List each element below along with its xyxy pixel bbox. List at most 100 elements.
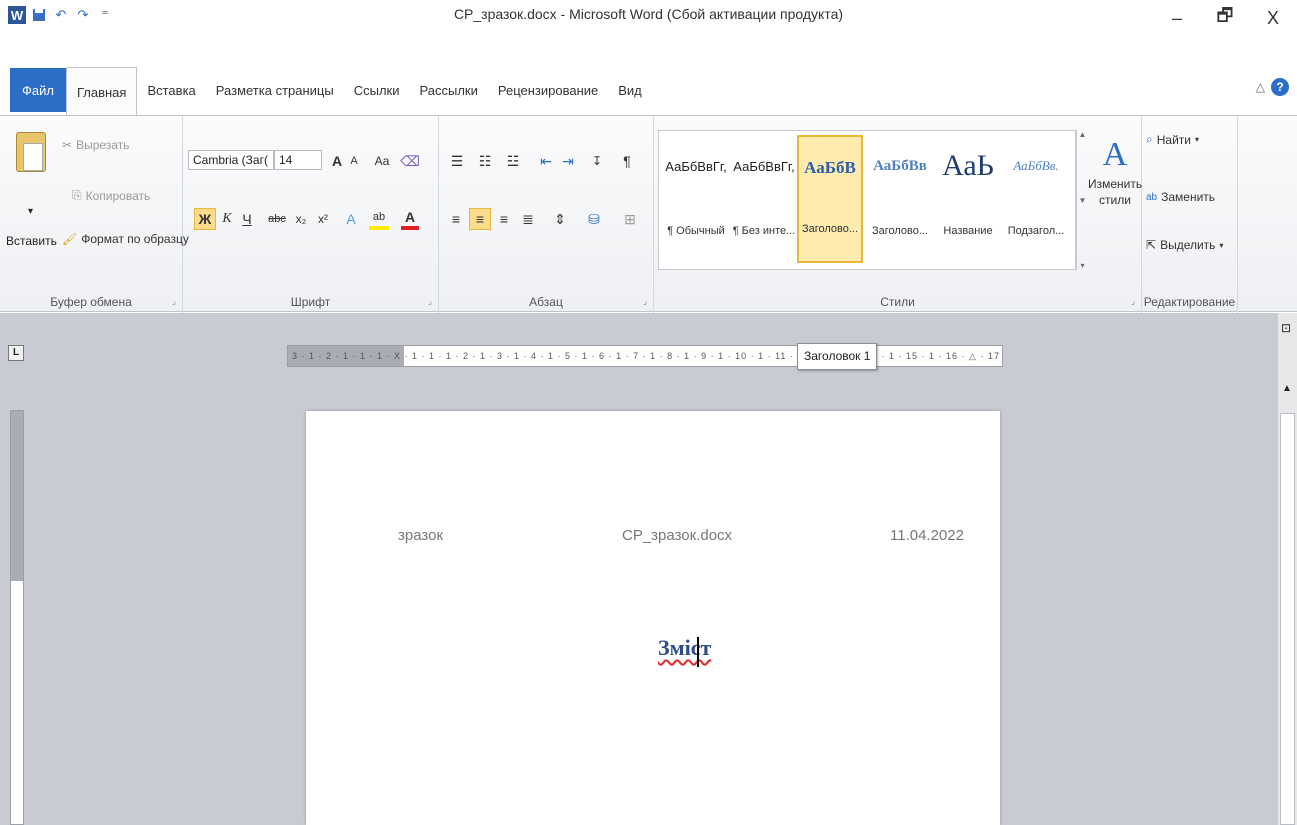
chevron-down-icon: ▾ — [1219, 240, 1224, 250]
replace-button[interactable]: ab Заменить — [1146, 190, 1215, 204]
scroll-up-arrow-icon[interactable]: ▲ — [1282, 383, 1292, 394]
clipboard-launcher-icon[interactable]: ⌟ — [172, 296, 176, 307]
tab-references[interactable]: Ссылки — [344, 67, 410, 113]
tab-file[interactable]: Файл — [10, 68, 66, 112]
subscript-button[interactable]: x₂ — [291, 208, 311, 230]
style-title[interactable]: АаЬ Название — [935, 135, 1001, 263]
change-case-button[interactable]: Aa — [369, 150, 395, 172]
cut-button[interactable]: ✂ Вырезать — [62, 138, 129, 152]
style-normal[interactable]: АаБбВвГг, ¶ Обычный — [663, 135, 729, 263]
style-preview: АаБбВвГг, — [733, 158, 795, 174]
styles-launcher-icon[interactable]: ⌟ — [1131, 296, 1135, 307]
change-styles-icon: A — [1102, 136, 1128, 173]
style-no-spacing[interactable]: АаБбВвГг, ¶ Без инте... — [731, 135, 797, 263]
cursor-icon: ⇱ — [1146, 238, 1157, 252]
help-icon[interactable]: ? — [1271, 78, 1289, 96]
change-styles-button[interactable]: A Изменить стили — [1088, 136, 1142, 208]
change-styles-label: Изменить стили — [1087, 177, 1143, 207]
style-name: Название — [943, 225, 993, 237]
shrink-font-button[interactable]: A — [347, 150, 361, 172]
ribbon: Вставить ▾ ✂ Вырезать ⎘ Копировать 🖌 Формат… — [0, 115, 1297, 313]
scrollbar-thumb[interactable] — [1280, 413, 1295, 825]
vertical-ruler — [10, 410, 24, 825]
justify-icon[interactable]: ≣ — [517, 208, 539, 230]
ruler-ticks: 3 · 1 · 2 · 1 · 1 · 1 · X · 1 · 1 · 1 · … — [292, 351, 811, 361]
styles-group: АаБбВвГг, ¶ Обычный АаБбВвГг, ¶ Без инте..… — [654, 116, 1142, 313]
document-heading[interactable]: Зміст — [658, 635, 711, 661]
style-heading-1[interactable]: АаБбВ Заголово... — [797, 135, 863, 263]
scroll-up-icon[interactable]: ▲ — [1079, 130, 1087, 139]
tab-selector[interactable]: L — [8, 345, 24, 361]
style-name: ¶ Обычный — [667, 225, 725, 237]
grow-font-button[interactable]: A — [329, 150, 345, 172]
highlight-button[interactable]: ab — [369, 208, 389, 230]
styles-group-label: Стили — [880, 295, 915, 309]
select-button[interactable]: ⇱ Выделить ▾ — [1146, 238, 1223, 252]
bullets-icon[interactable]: ☰ — [445, 150, 469, 172]
tab-view[interactable]: Вид — [608, 67, 652, 113]
minimize-ribbon-icon[interactable]: △ — [1256, 80, 1265, 94]
tab-review[interactable]: Рецензирование — [488, 67, 608, 113]
styles-scroll[interactable]: ▲ ▼ ▾ — [1076, 130, 1088, 270]
style-name: ¶ Без инте... — [732, 225, 796, 237]
clear-format-icon[interactable]: ⌫ — [399, 150, 421, 172]
tab-page-layout[interactable]: Разметка страницы — [206, 67, 344, 113]
find-label: Найти — [1156, 132, 1191, 147]
scroll-down-icon[interactable]: ▼ — [1079, 196, 1087, 205]
strikethrough-button[interactable]: abc — [265, 208, 289, 230]
tab-home[interactable]: Главная — [65, 67, 138, 117]
format-painter-label: Формат по образцу — [81, 232, 189, 246]
paragraph-group-label: Абзац — [529, 295, 563, 309]
paragraph-launcher-icon[interactable]: ⌟ — [643, 296, 647, 307]
minimize-button[interactable]: – — [1153, 0, 1201, 36]
font-launcher-icon[interactable]: ⌟ — [428, 296, 432, 307]
select-label: Выделить — [1160, 238, 1216, 252]
show-marks-button[interactable]: ¶ — [617, 150, 637, 172]
bold-button[interactable]: Ж — [194, 208, 216, 230]
sort-icon[interactable]: ↧ — [587, 150, 607, 172]
shading-icon[interactable]: ⛁ — [581, 208, 607, 230]
font-group-label: Шрифт — [290, 295, 331, 309]
tab-insert[interactable]: Вставка — [137, 67, 205, 113]
format-painter-button[interactable]: 🖌 Формат по образцу — [62, 232, 189, 246]
tab-mailings[interactable]: Рассылки — [410, 67, 488, 113]
ruler-toggle-icon[interactable]: ⊡ — [1281, 321, 1291, 335]
decrease-indent-icon[interactable]: ⇤ — [535, 150, 557, 172]
vertical-scrollbar[interactable]: ⊡ ▲ — [1278, 313, 1297, 825]
restore-button[interactable]: 🗗 — [1201, 0, 1249, 36]
paste-button[interactable]: Вставить ▾ — [6, 132, 57, 248]
style-heading-2[interactable]: АаБбВв Заголово... — [867, 135, 933, 263]
font-size-select[interactable]: 14 — [274, 150, 322, 170]
horizontal-ruler[interactable]: 3 · 1 · 2 · 1 · 1 · 1 · X · 1 · 1 · 1 · … — [287, 345, 1003, 367]
multilevel-list-icon[interactable]: ☳ — [501, 150, 525, 172]
style-subtitle[interactable]: АаБбВв. Подзагол... — [1003, 135, 1069, 263]
increase-indent-icon[interactable]: ⇥ — [557, 150, 579, 172]
font-group: Cambria (Заг( 14 A A Aa ⌫ Ж К Ч abc x₂ x… — [183, 116, 439, 313]
header-center: CP_зразок.docx — [622, 527, 733, 544]
copy-button[interactable]: ⎘ Копировать — [72, 188, 150, 203]
font-color-button[interactable]: A — [401, 208, 419, 230]
align-center-icon[interactable]: ≡ — [469, 208, 491, 230]
underline-button[interactable]: Ч — [238, 208, 256, 230]
vertical-ruler-margin — [11, 411, 23, 581]
more-styles-icon[interactable]: ▾ — [1080, 261, 1084, 270]
font-name-select[interactable]: Cambria (Заг( — [188, 150, 274, 170]
align-left-icon[interactable]: ≡ — [445, 208, 467, 230]
italic-button[interactable]: К — [218, 208, 236, 230]
ruler-ticks-right: 4 · 1 · 15 · 1 · 16 · △ · 17 · 1 · — [872, 350, 1002, 361]
text-effects-icon[interactable]: A — [341, 208, 361, 230]
line-spacing-icon[interactable]: ⇕ — [549, 208, 571, 230]
find-button[interactable]: ⌕ Найти ▾ — [1146, 132, 1199, 147]
clipboard-icon — [16, 132, 46, 172]
close-button[interactable]: X — [1249, 0, 1297, 36]
paste-dropdown-icon[interactable]: ▾ — [28, 206, 33, 217]
numbering-icon[interactable]: ☷ — [473, 150, 497, 172]
paste-label: Вставить — [6, 234, 57, 248]
ribbon-tabs: Файл Главная Вставка Разметка страницы С… — [0, 66, 652, 117]
document-page[interactable]: зразок CP_зразок.docx 11.04.2022 Зміст — [306, 411, 1000, 825]
superscript-button[interactable]: x² — [313, 208, 333, 230]
style-name: Подзагол... — [1007, 225, 1065, 237]
borders-icon[interactable]: ⊞ — [617, 208, 643, 230]
style-preview: АаБбВв — [873, 157, 927, 174]
align-right-icon[interactable]: ≡ — [493, 208, 515, 230]
